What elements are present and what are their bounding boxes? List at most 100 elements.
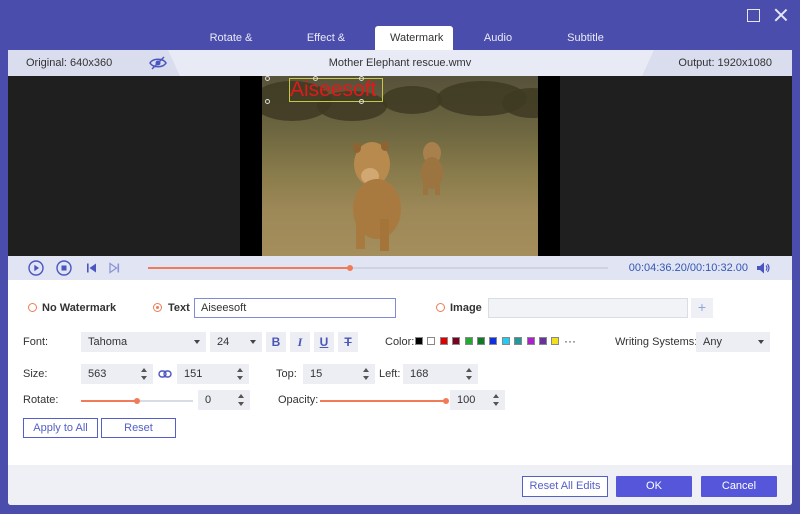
- seek-bar[interactable]: [148, 265, 608, 271]
- image-watermark-radio[interactable]: [436, 303, 445, 312]
- color-swatch[interactable]: [539, 337, 547, 345]
- tab-effect-filter[interactable]: Effect & Filter: [281, 26, 371, 68]
- underline-button[interactable]: U: [314, 332, 334, 352]
- color-swatch[interactable]: [477, 337, 485, 345]
- close-icon[interactable]: [774, 8, 788, 22]
- color-swatch[interactable]: [427, 337, 436, 345]
- volume-icon[interactable]: [756, 261, 770, 275]
- rotate-label: Rotate:: [23, 394, 59, 406]
- add-image-button[interactable]: +: [691, 298, 713, 318]
- opacity-stepper[interactable]: 100: [450, 390, 505, 410]
- height-value: 151: [184, 368, 203, 380]
- reset-button[interactable]: Reset: [101, 418, 176, 438]
- resize-handle[interactable]: [359, 76, 364, 81]
- arrow-down-icon[interactable]: [466, 376, 472, 380]
- next-frame-icon[interactable]: [106, 260, 122, 276]
- resize-handle[interactable]: [313, 76, 318, 81]
- tab-watermark[interactable]: Watermark: [375, 26, 453, 50]
- top-stepper[interactable]: 15: [303, 364, 375, 384]
- total-time: /00:10:32.00: [686, 262, 748, 274]
- reset-all-edits-button[interactable]: Reset All Edits: [522, 476, 608, 497]
- tab-audio[interactable]: Audio: [457, 26, 539, 50]
- opacity-slider-knob[interactable]: [443, 398, 449, 404]
- no-watermark-radio[interactable]: [28, 303, 37, 312]
- no-watermark-label[interactable]: No Watermark: [42, 302, 116, 314]
- arrow-up-icon[interactable]: [466, 368, 472, 372]
- arrow-up-icon[interactable]: [141, 368, 147, 372]
- chevron-down-icon: [250, 340, 256, 344]
- previous-icon[interactable]: [84, 260, 100, 276]
- rotate-slider[interactable]: [81, 398, 193, 404]
- writing-systems-value: Any: [703, 336, 722, 348]
- height-stepper[interactable]: 151: [177, 364, 249, 384]
- info-bar: Original: 640x360 Mother Elephant rescue…: [8, 50, 792, 76]
- font-family-select[interactable]: Tahoma: [81, 332, 206, 352]
- color-swatch[interactable]: [526, 337, 535, 345]
- cancel-button[interactable]: Cancel: [701, 476, 777, 497]
- current-time: 00:04:36.20: [628, 262, 687, 274]
- width-value: 563: [88, 368, 107, 380]
- left-stepper[interactable]: 168: [403, 364, 478, 384]
- play-icon[interactable]: [28, 260, 44, 276]
- resize-handle[interactable]: [265, 99, 270, 104]
- arrow-down-icon[interactable]: [363, 376, 369, 380]
- strikethrough-button[interactable]: T: [338, 332, 358, 352]
- more-colors-button[interactable]: ···: [564, 334, 576, 348]
- time-display: 00:04:36.20/00:10:32.00: [629, 262, 748, 274]
- player-controls: 00:04:36.20/00:10:32.00: [8, 256, 792, 280]
- text-watermark-radio[interactable]: [153, 303, 162, 312]
- color-palette: [415, 337, 565, 347]
- tab-subtitle[interactable]: Subtitle: [543, 26, 628, 50]
- video-preview-area: Aiseesoft: [8, 76, 792, 256]
- arrow-down-icon[interactable]: [493, 402, 499, 406]
- color-swatch[interactable]: [415, 337, 423, 345]
- rotate-value: 0: [205, 394, 212, 406]
- arrow-up-icon[interactable]: [363, 368, 369, 372]
- arrow-up-icon[interactable]: [238, 394, 244, 398]
- color-swatch[interactable]: [464, 337, 473, 345]
- font-size-select[interactable]: 24: [210, 332, 262, 352]
- resize-handle[interactable]: [265, 76, 270, 81]
- chevron-down-icon: [194, 340, 200, 344]
- resize-handle[interactable]: [359, 99, 364, 104]
- color-swatch[interactable]: [452, 337, 461, 345]
- color-swatch[interactable]: [551, 337, 560, 345]
- font-size-value: 24: [217, 336, 230, 348]
- rotate-stepper[interactable]: 0: [198, 390, 250, 410]
- color-swatch[interactable]: [439, 337, 448, 345]
- rotate-slider-knob[interactable]: [134, 398, 140, 404]
- link-icon[interactable]: [158, 369, 172, 379]
- arrow-up-icon[interactable]: [493, 394, 499, 398]
- bold-button[interactable]: B: [266, 332, 286, 352]
- arrow-down-icon[interactable]: [238, 402, 244, 406]
- size-label: Size:: [23, 368, 48, 380]
- seek-bar-fill: [148, 267, 350, 269]
- italic-button[interactable]: I: [290, 332, 310, 352]
- tab-rotate-crop[interactable]: Rotate & Crop: [185, 26, 277, 68]
- color-swatch[interactable]: [501, 337, 510, 345]
- image-path-input[interactable]: [488, 298, 688, 318]
- video-frame: Aiseesoft: [240, 76, 560, 256]
- color-swatch[interactable]: [514, 337, 523, 345]
- watermark-text-input[interactable]: Aiseesoft: [194, 298, 396, 318]
- maximize-icon[interactable]: [746, 8, 760, 22]
- font-family-value: Tahoma: [88, 336, 128, 348]
- watermark-panel: Original: 640x360 Mother Elephant rescue…: [8, 50, 792, 505]
- seek-bar-knob[interactable]: [347, 265, 353, 271]
- watermark-preview-text[interactable]: Aiseesoft: [290, 79, 376, 101]
- window-controls: [746, 8, 788, 22]
- color-swatch[interactable]: [489, 337, 498, 345]
- opacity-slider[interactable]: [320, 398, 449, 404]
- arrow-down-icon[interactable]: [237, 376, 243, 380]
- color-label: Color:: [385, 336, 415, 348]
- stop-icon[interactable]: [56, 260, 72, 276]
- writing-systems-select[interactable]: Any: [696, 332, 770, 352]
- arrow-up-icon[interactable]: [237, 368, 243, 372]
- ok-button[interactable]: OK: [616, 476, 692, 497]
- apply-to-all-button[interactable]: Apply to All: [23, 418, 98, 438]
- image-watermark-label[interactable]: Image: [450, 302, 482, 314]
- footer-bar: Reset All Edits OK Cancel: [8, 465, 792, 505]
- arrow-down-icon[interactable]: [141, 376, 147, 380]
- width-stepper[interactable]: 563: [81, 364, 153, 384]
- text-watermark-label[interactable]: Text: [168, 302, 190, 314]
